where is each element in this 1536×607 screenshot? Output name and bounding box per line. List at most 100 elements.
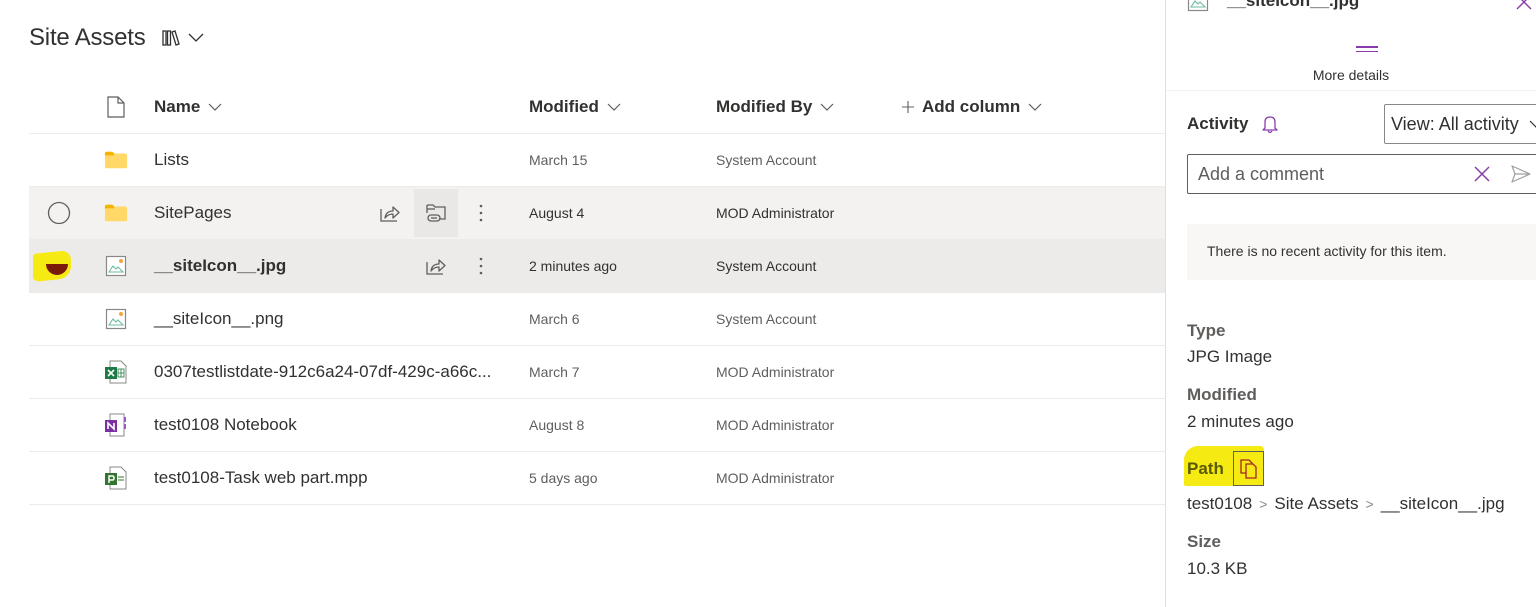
table-row[interactable]: __siteIcon__.png March 6 System Account bbox=[29, 293, 1165, 346]
excel-file-icon bbox=[105, 360, 127, 384]
size-value: 10.3 KB bbox=[1187, 559, 1248, 578]
file-name-link[interactable]: Lists bbox=[154, 150, 189, 170]
activity-label: Activity bbox=[1187, 114, 1249, 133]
document-library: Site Assets Name Modified Modified By Ad… bbox=[0, 0, 1165, 607]
chevron-down-icon bbox=[820, 103, 834, 111]
modified-value: 2 minutes ago bbox=[1187, 412, 1294, 431]
share-button[interactable] bbox=[368, 189, 412, 237]
table-row[interactable]: Lists March 15 System Account bbox=[29, 134, 1165, 187]
library-view-switcher[interactable] bbox=[161, 29, 204, 47]
chevron-down-icon bbox=[607, 103, 621, 111]
copy-icon bbox=[1239, 458, 1257, 479]
modified-cell: 2 minutes ago bbox=[529, 258, 617, 274]
activity-view-dropdown[interactable]: View: All activity bbox=[1384, 104, 1536, 144]
type-label: Type bbox=[1187, 321, 1226, 340]
add-column-label: Add column bbox=[922, 96, 1021, 116]
more-details-link[interactable]: More details bbox=[1166, 67, 1536, 83]
add-column-button[interactable]: Add column bbox=[902, 97, 1042, 117]
modified-by-cell[interactable]: MOD Administrator bbox=[716, 417, 834, 433]
path-segment[interactable]: Site Assets bbox=[1274, 494, 1358, 513]
file-name-link[interactable]: test0108 Notebook bbox=[154, 415, 297, 435]
clear-comment-button[interactable] bbox=[1473, 165, 1491, 188]
chevron-down-icon bbox=[188, 33, 203, 42]
copy-path-button[interactable] bbox=[1233, 451, 1264, 486]
share-icon bbox=[380, 206, 400, 222]
send-comment-button[interactable] bbox=[1511, 165, 1531, 188]
chevron-down-icon bbox=[1529, 120, 1536, 128]
library-icon bbox=[161, 30, 180, 46]
chevron-right-icon: > bbox=[1365, 496, 1374, 512]
column-header-name[interactable]: Name bbox=[154, 97, 222, 117]
modified-label: Modified bbox=[1187, 385, 1257, 404]
more-vertical-icon bbox=[479, 204, 483, 222]
modified-by-cell[interactable]: System Account bbox=[716, 152, 816, 168]
modified-cell: March 6 bbox=[529, 311, 580, 327]
close-details-button[interactable] bbox=[1516, 0, 1532, 15]
file-name-link[interactable]: SitePages bbox=[154, 203, 232, 223]
expand-handle-icon[interactable] bbox=[1356, 46, 1378, 55]
path-breadcrumb: test0108 > Site Assets > __siteIcon__.jpg bbox=[1187, 494, 1505, 514]
table-row[interactable]: test0108-Task web part.mpp 5 days ago MO… bbox=[29, 452, 1165, 505]
column-header-modified-by[interactable]: Modified By bbox=[716, 97, 834, 117]
type-value: JPG Image bbox=[1187, 347, 1273, 366]
column-header-modified-by-label: Modified By bbox=[716, 96, 813, 116]
activity-view-value: View: All activity bbox=[1391, 113, 1519, 134]
path-segment[interactable]: test0108 bbox=[1187, 494, 1252, 513]
file-type-column-header[interactable] bbox=[104, 95, 128, 119]
size-label: Size bbox=[1187, 532, 1222, 551]
table-row[interactable]: SitePages August 4 MOD Administrator bbox=[29, 187, 1165, 240]
share-icon bbox=[426, 259, 446, 275]
modified-cell: March 7 bbox=[529, 364, 580, 380]
share-button[interactable] bbox=[414, 242, 458, 290]
column-header-row: Name Modified Modified By Add column bbox=[29, 80, 1165, 134]
table-row[interactable]: __siteIcon__.jpg 2 minutes ago System Ac… bbox=[29, 240, 1165, 293]
comment-input[interactable]: Add a comment bbox=[1187, 154, 1536, 194]
plus-icon bbox=[902, 100, 914, 113]
image-file-icon bbox=[1187, 0, 1209, 12]
modified-by-cell[interactable]: MOD Administrator bbox=[716, 205, 834, 221]
copy-link-button[interactable] bbox=[414, 189, 458, 237]
details-pane: __siteIcon__.jpg More details Activity V… bbox=[1165, 0, 1536, 607]
details-file-name: __siteIcon__.jpg bbox=[1227, 0, 1360, 10]
library-header: Site Assets bbox=[29, 24, 204, 52]
close-icon bbox=[1516, 0, 1532, 10]
folder-link-icon bbox=[426, 204, 446, 222]
bell-icon[interactable] bbox=[1262, 114, 1279, 134]
chevron-right-icon: > bbox=[1259, 496, 1268, 512]
file-list: Name Modified Modified By Add column Lis… bbox=[29, 80, 1165, 505]
folder-icon bbox=[104, 204, 128, 222]
modified-cell: August 8 bbox=[529, 417, 585, 433]
more-actions-button[interactable] bbox=[459, 242, 503, 290]
row-select-checkbox[interactable] bbox=[47, 201, 71, 225]
file-icon bbox=[107, 95, 125, 118]
file-name-link[interactable]: test0108-Task web part.mpp bbox=[154, 468, 368, 488]
more-vertical-icon bbox=[479, 257, 483, 275]
modified-by-cell[interactable]: MOD Administrator bbox=[716, 470, 834, 486]
file-name-link[interactable]: __siteIcon__.png bbox=[154, 309, 284, 329]
column-header-modified-label: Modified bbox=[529, 96, 599, 116]
image-file-icon bbox=[105, 308, 127, 330]
activity-heading: Activity bbox=[1187, 114, 1279, 134]
image-file-icon bbox=[105, 255, 127, 277]
more-actions-button[interactable] bbox=[459, 189, 503, 237]
table-row[interactable]: 0307testlistdate-912c6a24-07df-429c-a66c… bbox=[29, 346, 1165, 399]
send-icon bbox=[1511, 165, 1531, 183]
table-row[interactable]: test0108 Notebook August 8 MOD Administr… bbox=[29, 399, 1165, 452]
column-header-name-label: Name bbox=[154, 96, 201, 116]
folder-icon bbox=[104, 151, 128, 169]
close-icon bbox=[1474, 166, 1490, 182]
modified-cell: 5 days ago bbox=[529, 470, 598, 486]
circle-icon bbox=[47, 201, 71, 225]
row-select-checkbox[interactable] bbox=[29, 240, 79, 293]
column-header-modified[interactable]: Modified bbox=[529, 97, 621, 117]
modified-by-cell[interactable]: MOD Administrator bbox=[716, 364, 834, 380]
no-activity-message: There is no recent activity for this ite… bbox=[1187, 224, 1536, 280]
divider bbox=[1166, 90, 1536, 91]
path-segment: __siteIcon__.jpg bbox=[1380, 494, 1505, 513]
details-header: __siteIcon__.jpg bbox=[1187, 0, 1359, 12]
modified-by-cell[interactable]: System Account bbox=[716, 311, 816, 327]
file-name-link[interactable]: __siteIcon__.jpg bbox=[154, 256, 286, 276]
chevron-down-icon bbox=[208, 103, 222, 111]
modified-by-cell[interactable]: System Account bbox=[716, 258, 816, 274]
file-name-link[interactable]: 0307testlistdate-912c6a24-07df-429c-a66c… bbox=[154, 362, 491, 382]
